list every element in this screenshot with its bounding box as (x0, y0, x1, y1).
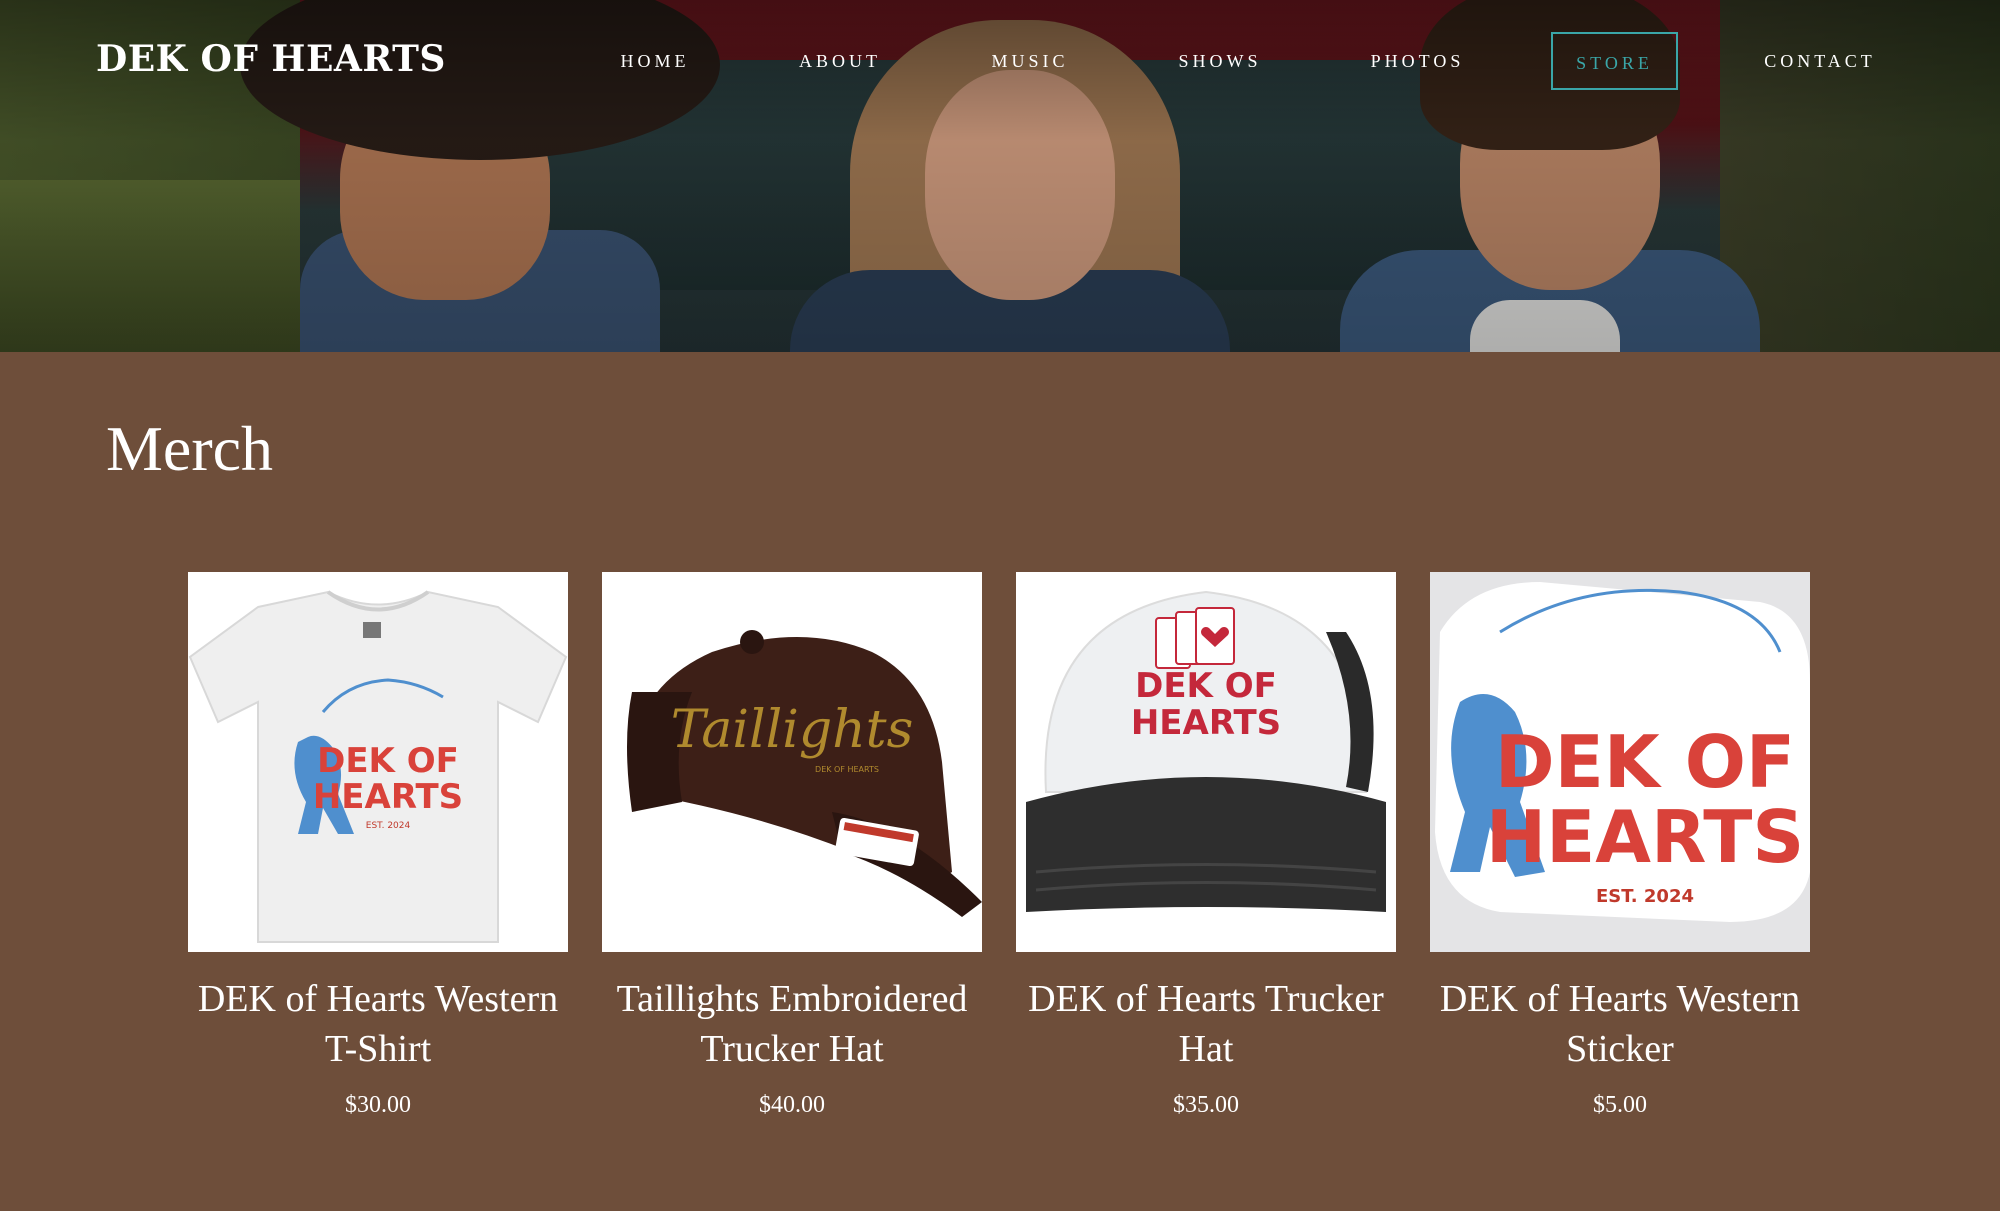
main-nav: HOME ABOUT MUSIC SHOWS PHOTOS STORE CONT… (0, 32, 2000, 92)
product-price: $35.00 (1173, 1092, 1239, 1118)
product-price: $30.00 (345, 1092, 411, 1118)
product-name[interactable]: DEK of Hearts Trucker Hat (1016, 974, 1396, 1074)
product-price: $40.00 (759, 1092, 825, 1118)
nav-shows[interactable]: SHOWS (1170, 32, 1270, 90)
trucker-logo-line1: DEK OF (1135, 666, 1277, 706)
sticker-logo-est: EST. 2024 (1596, 886, 1694, 907)
sticker-logo-line2: HEARTS (1486, 795, 1804, 879)
product-name[interactable]: DEK of Hearts Western T-Shirt (188, 974, 568, 1074)
sticker-logo-line1: DEK OF (1495, 720, 1795, 804)
product-image-tshirt[interactable]: DEK OF HEARTS EST. 2024 (188, 572, 568, 952)
product-image-sticker[interactable]: DEK OF HEARTS EST. 2024 (1430, 572, 1810, 952)
nav-music[interactable]: MUSIC (980, 32, 1080, 90)
nav-store[interactable]: STORE (1551, 32, 1678, 90)
product-price: $5.00 (1593, 1092, 1647, 1118)
tshirt-logo-line2: HEARTS (313, 777, 463, 817)
nav-photos[interactable]: PHOTOS (1360, 32, 1475, 90)
product-card-tshirt[interactable]: DEK OF HEARTS EST. 2024 DEK of Hearts We… (188, 572, 568, 1119)
product-card-taillights-hat[interactable]: Taillights DEK OF HEARTS Taillights Embr… (602, 572, 982, 1119)
nav-about[interactable]: ABOUT (790, 32, 890, 90)
product-image-trucker-hat[interactable]: DEK OF HEARTS (1016, 572, 1396, 952)
hat-logo-line2: DEK OF HEARTS (815, 765, 879, 774)
tshirt-logo-line1: DEK OF (317, 741, 459, 781)
hat-logo-line1: Taillights (671, 700, 914, 760)
product-card-trucker-hat[interactable]: DEK OF HEARTS DEK of Hearts Trucker Hat … (1016, 572, 1396, 1119)
product-grid: DEK OF HEARTS EST. 2024 DEK of Hearts We… (188, 572, 1812, 1192)
product-card-sticker[interactable]: DEK OF HEARTS EST. 2024 DEK of Hearts We… (1430, 572, 1810, 1119)
page-title: Merch (106, 413, 274, 484)
nav-contact[interactable]: CONTACT (1755, 32, 1885, 90)
trucker-logo-line2: HEARTS (1131, 703, 1281, 743)
product-image-taillights-hat[interactable]: Taillights DEK OF HEARTS (602, 572, 982, 952)
product-name[interactable]: DEK of Hearts Western Sticker (1430, 974, 1810, 1074)
product-name[interactable]: Taillights Embroidered Trucker Hat (602, 974, 982, 1074)
nav-home[interactable]: HOME (600, 32, 710, 90)
tshirt-logo-est: EST. 2024 (366, 821, 411, 831)
